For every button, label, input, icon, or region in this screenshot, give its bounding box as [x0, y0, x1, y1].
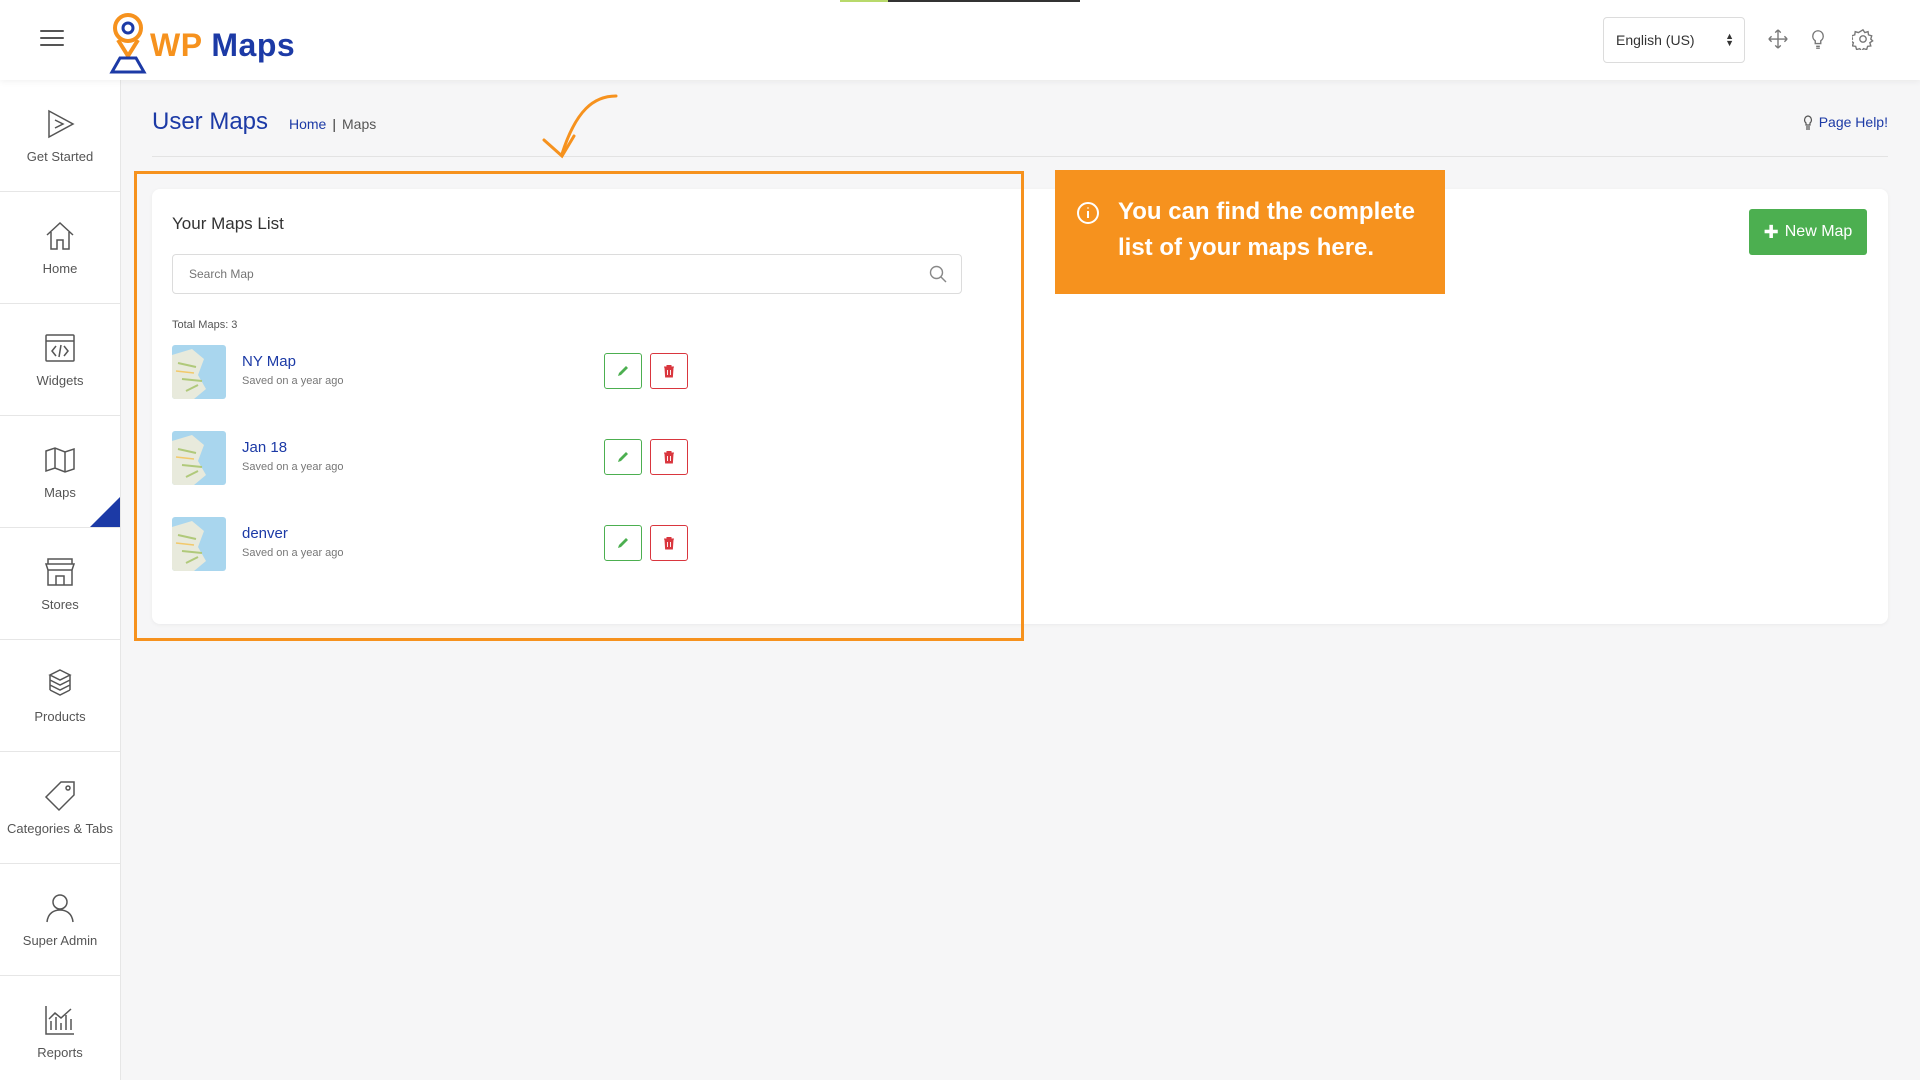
breadcrumb: Home | Maps: [289, 116, 376, 132]
logo-text: WP Maps: [150, 27, 296, 63]
breadcrumb-home-link[interactable]: Home: [289, 116, 326, 132]
sidebar-item-widgets[interactable]: Widgets: [0, 304, 120, 416]
logo[interactable]: WP Maps: [108, 8, 295, 74]
plus-icon: ✚: [1763, 221, 1779, 242]
boxes-icon: [48, 669, 72, 696]
sidebar-item-label: Widgets: [36, 373, 84, 388]
sidebar-item-get-started[interactable]: Get Started: [0, 80, 120, 192]
top-bar: WP Maps English (US) ▲ ▼: [0, 0, 1920, 80]
sidebar-item-reports[interactable]: Reports: [0, 976, 120, 1080]
tutorial-arrow-icon: [542, 94, 618, 159]
play-icon: [48, 109, 75, 139]
sidebar-item-label: Reports: [37, 1045, 83, 1060]
sidebar-item-maps[interactable]: Maps: [0, 416, 120, 528]
sidebar-item-label: Maps: [44, 485, 76, 500]
sidebar-item-super-admin[interactable]: Super Admin: [0, 864, 120, 976]
store-icon: [44, 558, 76, 586]
sidebar-item-stores[interactable]: Stores: [0, 528, 120, 640]
tutorial-tooltip-text: You can find the complete list of your m…: [1118, 198, 1415, 261]
code-icon: [45, 334, 75, 362]
info-icon: [1077, 202, 1099, 224]
top-progress-line: [840, 0, 1080, 2]
language-value: English (US): [1616, 32, 1695, 48]
sidebar-item-label: Stores: [41, 597, 79, 612]
lightbulb-icon[interactable]: [1807, 28, 1829, 50]
sidebar: Get Started Home Widgets Maps Stores Pro…: [0, 80, 121, 1080]
map-pin-logo-icon: [109, 13, 147, 74]
breadcrumb-separator: |: [332, 116, 336, 132]
language-select[interactable]: English (US) ▲ ▼: [1603, 17, 1745, 63]
sidebar-item-label: Super Admin: [22, 933, 98, 948]
sidebar-item-label: Get Started: [26, 149, 94, 164]
sidebar-item-products[interactable]: Products: [0, 640, 120, 752]
sidebar-item-home[interactable]: Home: [0, 192, 120, 304]
sidebar-item-categories-tabs[interactable]: Categories & Tabs: [0, 752, 120, 864]
tutorial-highlight-box: [134, 171, 1024, 641]
select-caret-icon: ▲ ▼: [1725, 31, 1734, 48]
fullscreen-icon[interactable]: [1767, 28, 1789, 50]
tutorial-tooltip: You can find the complete list of your m…: [1055, 170, 1445, 294]
chart-icon: [45, 1006, 74, 1035]
sidebar-item-label: Products: [34, 709, 86, 724]
sidebar-item-label: Home: [42, 261, 78, 276]
hamburger-menu-icon[interactable]: [40, 30, 64, 48]
map-icon: [45, 447, 75, 473]
new-map-button[interactable]: ✚ New Map: [1749, 209, 1867, 255]
tag-icon: [44, 781, 75, 812]
sidebar-item-label: Categories & Tabs: [7, 821, 113, 836]
settings-gear-icon[interactable]: [1852, 28, 1874, 50]
page-help-link[interactable]: Page Help!: [1801, 114, 1888, 130]
page-title: User Maps: [152, 108, 269, 135]
lightbulb-icon: [1803, 115, 1812, 130]
home-icon: [46, 221, 74, 250]
header-divider: [152, 156, 1888, 157]
breadcrumb-current: Maps: [342, 116, 377, 132]
new-map-label: New Map: [1784, 223, 1853, 240]
user-icon: [46, 894, 74, 923]
page-help-label: Page Help!: [1818, 114, 1888, 130]
